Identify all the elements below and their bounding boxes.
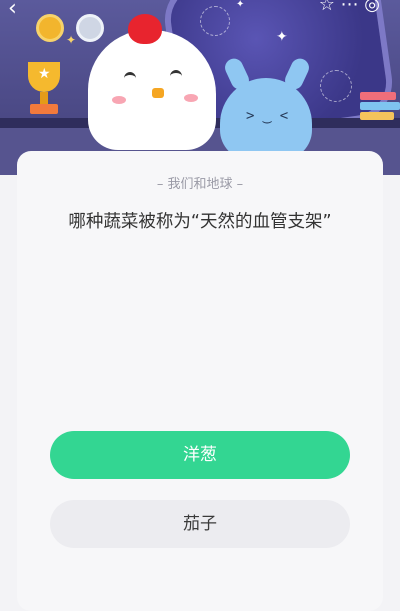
- question-text: 哪种蔬菜被称为“天然的血管支架”: [68, 212, 332, 232]
- quiz-card: – 我们和地球 – 哪种蔬菜被称为“天然的血管支架” 洋葱 茄子: [17, 151, 383, 611]
- gold-medal-icon: [36, 14, 64, 42]
- blob-face: > ‿ <: [246, 108, 289, 124]
- quiz-subtitle: – 我们和地球 –: [17, 173, 383, 192]
- sparkle-icon: ✦: [236, 0, 245, 10]
- subtitle-dash-right: –: [232, 177, 244, 192]
- books-decoration: [360, 92, 400, 124]
- sparkle-icon: ✦: [276, 29, 288, 45]
- sparkle-ring-decoration: [200, 6, 230, 36]
- chicken-eye: [170, 70, 182, 83]
- header-banner: ✦ ✦ ✦ ★ > ‿ < ‹ ☆ ⋯ ◎: [0, 0, 400, 175]
- chicken-beak: [152, 88, 164, 98]
- silver-medal-icon: [76, 14, 104, 42]
- more-icon[interactable]: ☆ ⋯ ◎: [319, 0, 380, 15]
- trophy-icon: ★: [20, 62, 68, 122]
- chicken-comb: [128, 14, 162, 44]
- option-button-onion[interactable]: 洋葱: [50, 431, 350, 479]
- chicken-cheek: [112, 96, 126, 104]
- chicken-eye: [124, 72, 136, 85]
- sparkle-icon: ✦: [66, 33, 77, 47]
- subtitle-dash-left: –: [156, 177, 168, 192]
- back-arrow-icon[interactable]: ‹: [8, 0, 17, 21]
- sparkle-ring-decoration: [320, 70, 352, 102]
- option-button-eggplant[interactable]: 茄子: [50, 500, 350, 548]
- chicken-cheek: [184, 94, 198, 102]
- quiz-subtitle-text: 我们和地球: [167, 177, 233, 192]
